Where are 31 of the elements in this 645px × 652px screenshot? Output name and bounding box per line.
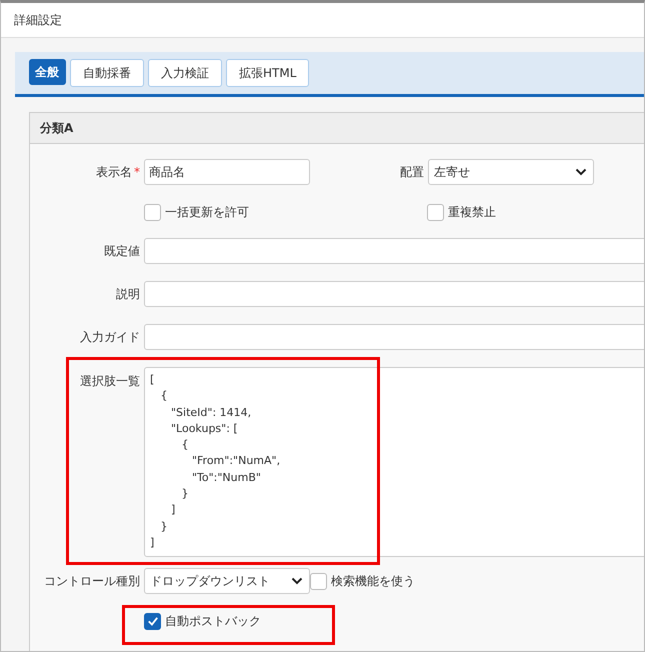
alignment-select[interactable]: 左寄せ [428, 159, 594, 185]
tab[interactable]: 自動採番 [70, 59, 144, 87]
control-type-select[interactable]: ドロップダウンリスト [144, 568, 310, 594]
field-label: 選択肢一覧 [80, 374, 140, 388]
choices-textarea[interactable]: [ { "SiteId": 1414, "Lookups": [ { "From":"NumA", "To":"NumB" } ] } ] [144, 367, 644, 557]
checkbox-label: 一括更新を許可 [165, 204, 249, 220]
default-value-field[interactable] [144, 238, 644, 264]
chevron-down-icon [575, 168, 587, 176]
field-label: 説明 [116, 286, 140, 300]
tab[interactable]: 入力検証 [148, 59, 222, 87]
checkbox[interactable] [144, 612, 161, 630]
field-label: 配置 [400, 164, 424, 178]
display-name-field[interactable]: 商品名 [144, 159, 310, 185]
tab[interactable]: 拡張HTML [226, 59, 310, 87]
field-label: 入力ガイド [80, 330, 140, 344]
field-label: コントロール種別 [44, 574, 140, 588]
field-label: 表示名 [96, 164, 132, 178]
section-title: 分類A [40, 120, 74, 136]
checkbox-label: 自動ポストバック [165, 612, 261, 630]
required-mark: * [134, 164, 140, 178]
input-guide-field[interactable] [144, 324, 644, 350]
description-field[interactable] [144, 281, 644, 307]
chevron-down-icon [291, 577, 303, 585]
window-title: 詳細設定 [14, 12, 62, 28]
checkbox-label: 重複禁止 [448, 204, 496, 220]
checkbox[interactable] [427, 204, 444, 220]
checkbox[interactable] [310, 572, 327, 590]
tab[interactable]: 全般 [29, 59, 66, 85]
checkbox-label: 検索機能を使う [331, 572, 415, 590]
field-label: 既定値 [104, 244, 140, 258]
checkbox[interactable] [144, 204, 161, 220]
